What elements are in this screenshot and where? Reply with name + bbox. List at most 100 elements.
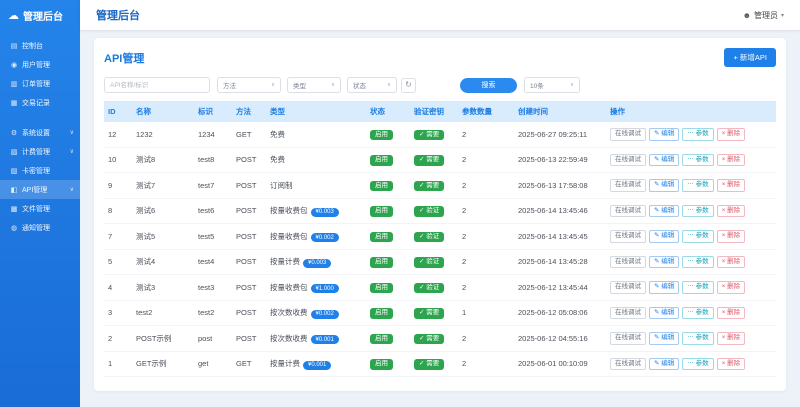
created-cell: 2025-06-13 22:59:49 (514, 147, 606, 173)
method-select[interactable]: 方法 ∨ (217, 77, 281, 93)
params-button[interactable]: ⋯ 参数 (682, 179, 714, 192)
verify-badge: ✓ 验证 (414, 282, 445, 293)
name-cell: 测试3 (132, 274, 194, 301)
params-button[interactable]: ⋯ 参数 (682, 230, 714, 243)
params-icon: ⋯ (687, 181, 694, 188)
delete-button[interactable]: × 删除 (716, 204, 746, 217)
key-cell: test5 (194, 223, 232, 250)
create-api-button[interactable]: + 新增API (724, 48, 776, 67)
key-cell: 1234 (194, 122, 232, 148)
refresh-icon: ↻ (405, 80, 412, 89)
type-cell: 按次数收费 ¥0.001 (266, 325, 366, 352)
delete-icon: × (721, 308, 726, 316)
params-button[interactable]: ⋯ 参数 (682, 357, 714, 370)
created-cell: 2025-06-13 17:58:08 (514, 172, 606, 199)
debug-button[interactable]: 在线调试 (610, 128, 646, 141)
edit-button[interactable]: ✎ 编辑 (649, 204, 680, 217)
id-cell: 1 (104, 351, 132, 377)
sidebar-item-notify[interactable]: ◍ 通知管理 (0, 218, 80, 237)
sidebar-item-transactions[interactable]: ▦ 交易记录 (0, 93, 80, 112)
delete-button[interactable]: × 删除 (716, 306, 746, 319)
edit-button[interactable]: ✎ 编辑 (649, 230, 680, 243)
id-cell: 7 (104, 223, 132, 250)
page-size-select[interactable]: 10条 ∨ (524, 77, 580, 93)
type-cell: 按量计费 ¥0.003 (266, 249, 366, 275)
delete-button[interactable]: × 删除 (716, 153, 746, 166)
key-cell: test7 (194, 172, 232, 199)
sidebar-item-label: 控制台 (22, 42, 43, 50)
search-button[interactable]: 搜索 (460, 77, 517, 93)
type-cell: 订阅制 (266, 172, 366, 199)
delete-button[interactable]: × 删除 (716, 179, 746, 192)
sidebar-item-dashboard[interactable]: ▤ 控制台 (0, 36, 80, 55)
column-header: ID (104, 101, 132, 122)
reset-button[interactable]: ↻ (401, 77, 416, 93)
type-select[interactable]: 类型 ∨ (287, 77, 341, 93)
billing-icon: ▧ (10, 148, 18, 156)
created-cell: 2025-06-12 13:45:44 (514, 274, 606, 301)
params-button[interactable]: ⋯ 参数 (682, 255, 714, 268)
keyword-input[interactable] (104, 77, 210, 93)
delete-button[interactable]: × 删除 (716, 281, 746, 294)
sidebar-item-files[interactable]: ▩ 文件管理 (0, 199, 80, 218)
settings-icon: ⚙ (10, 129, 18, 137)
key-cell: test6 (194, 198, 232, 224)
delete-button[interactable]: × 删除 (716, 357, 746, 370)
params-button[interactable]: ⋯ 参数 (682, 332, 714, 345)
debug-button[interactable]: 在线调试 (610, 306, 646, 319)
edit-button[interactable]: ✎ 编辑 (649, 153, 680, 166)
delete-button[interactable]: × 删除 (716, 230, 746, 243)
chevron-down-icon: ∨ (270, 82, 275, 88)
debug-button[interactable]: 在线调试 (610, 230, 646, 243)
sidebar-item-api[interactable]: ◧ API管理 ∨ (0, 180, 80, 199)
user-menu[interactable]: ☻ 管理员 ▾ (743, 10, 784, 21)
sidebar-item-users[interactable]: ◉ 用户管理 (0, 55, 80, 74)
actions-cell: 在线调试 ✎ 编辑 ⋯ 参数 × 删除 (606, 198, 776, 224)
params-button[interactable]: ⋯ 参数 (682, 128, 714, 141)
edit-button[interactable]: ✎ 编辑 (649, 306, 680, 319)
created-cell: 2025-06-12 04:55:16 (514, 325, 606, 352)
check-icon: ✓ (419, 360, 425, 367)
debug-button[interactable]: 在线调试 (610, 204, 646, 217)
status-select[interactable]: 状态 ∨ (347, 77, 397, 93)
sidebar-item-settings[interactable]: ⚙ 系统设置 ∨ (0, 123, 80, 142)
debug-button[interactable]: 在线调试 (610, 255, 646, 268)
app-root: ☁ 管理后台 ▤ 控制台 ◉ 用户管理 ▥ 订单管理 ▦ 交易记录 ⚙ 系统设置 ∨ ▧ 计费管理 ∨ ▨ 卡… (0, 0, 800, 407)
params-button[interactable]: ⋯ 参数 (682, 281, 714, 294)
sidebar-item-label: 计费管理 (22, 148, 50, 156)
debug-button[interactable]: 在线调试 (610, 357, 646, 370)
main-column: 管理后台 ☻ 管理员 ▾ API管理 + 新增API 方法 ∨ (80, 0, 800, 407)
params-button[interactable]: ⋯ 参数 (682, 204, 714, 217)
debug-button[interactable]: 在线调试 (610, 153, 646, 166)
sidebar-item-orders[interactable]: ▥ 订单管理 (0, 74, 80, 93)
delete-button[interactable]: × 删除 (716, 332, 746, 345)
edit-button[interactable]: ✎ 编辑 (649, 332, 680, 345)
edit-button[interactable]: ✎ 编辑 (649, 357, 680, 370)
id-cell: 3 (104, 300, 132, 326)
params-button[interactable]: ⋯ 参数 (682, 153, 714, 166)
verify-badge: ✓ 需要 (414, 155, 445, 166)
edit-button[interactable]: ✎ 编辑 (649, 255, 680, 268)
key-cell: get (194, 351, 232, 377)
type-cell: 免费 (266, 147, 366, 173)
debug-button[interactable]: 在线调试 (610, 281, 646, 294)
table-header-row: ID 名称 标识 方法 类型 状态 验证密钥 参数数量 创建时间 操作 (104, 101, 776, 122)
key-cell: test4 (194, 249, 232, 275)
status-badge: 启用 (370, 282, 393, 293)
check-icon: ✓ (419, 309, 425, 316)
edit-button[interactable]: ✎ 编辑 (649, 281, 680, 294)
delete-icon: × (721, 257, 726, 265)
edit-button[interactable]: ✎ 编辑 (649, 179, 680, 192)
delete-button[interactable]: × 删除 (716, 128, 746, 141)
sidebar-item-cards[interactable]: ▨ 卡密管理 (0, 161, 80, 180)
delete-button[interactable]: × 删除 (716, 255, 746, 268)
debug-button[interactable]: 在线调试 (610, 179, 646, 192)
sidebar-item-label: 卡密管理 (22, 167, 50, 175)
chevron-down-icon: ∨ (386, 82, 391, 88)
params-button[interactable]: ⋯ 参数 (682, 306, 714, 319)
sidebar-item-billing[interactable]: ▧ 计费管理 ∨ (0, 142, 80, 161)
edit-button[interactable]: ✎ 编辑 (649, 128, 680, 141)
actions-cell: 在线调试 ✎ 编辑 ⋯ 参数 × 删除 (606, 223, 776, 250)
debug-button[interactable]: 在线调试 (610, 332, 646, 345)
edit-icon: ✎ (654, 359, 660, 367)
